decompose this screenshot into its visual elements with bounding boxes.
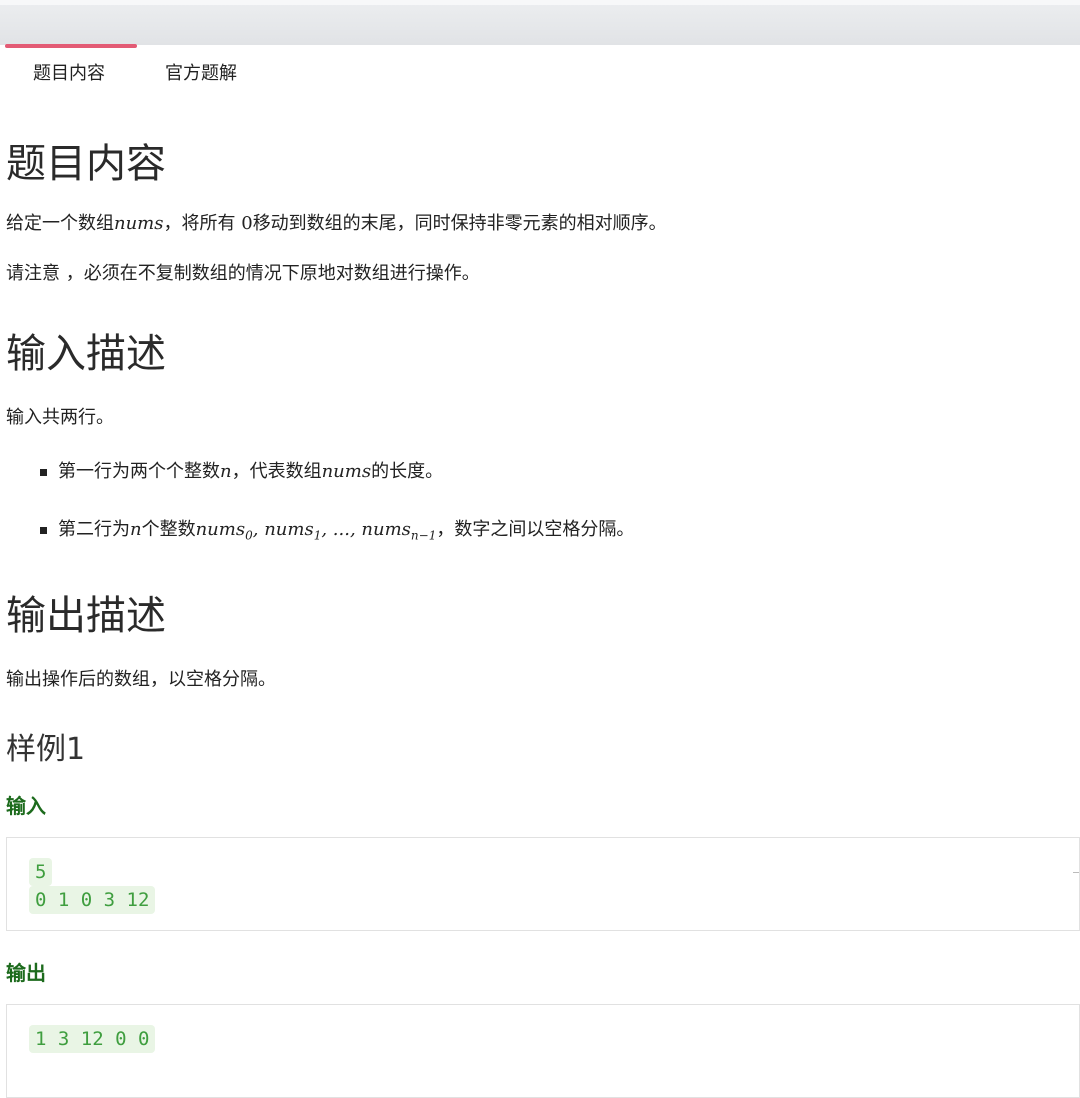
- sample-title: 样例1: [6, 731, 86, 767]
- item2-text-a: 第二行为: [58, 519, 130, 540]
- input-description-heading: 输入描述: [6, 331, 166, 377]
- input-line-2: 0 1 0 3 12: [29, 885, 156, 914]
- input-line-1: 5: [29, 857, 53, 886]
- active-tab-indicator: [5, 44, 137, 48]
- math-nums-0: nums: [195, 519, 246, 540]
- output-description-text: 输出操作后的数组，以空格分隔。: [6, 668, 276, 690]
- input-description-list: 第一行为两个个整数n，代表数组nums的长度。 第二行为n个整数nums0, n…: [6, 458, 1076, 550]
- math-ellipsis: ...: [332, 519, 350, 540]
- math-sequence: nums0, nums1, ..., numsn−1: [195, 519, 437, 543]
- list-item: 第一行为两个个整数n，代表数组nums的长度。: [6, 458, 1076, 486]
- statement-text-3: 移动到数组的末尾，同时保持非零元素的相对顺序。: [252, 213, 667, 234]
- subscript-n-minus-1: n−1: [410, 528, 437, 543]
- item1-text-b: ，代表数组: [231, 461, 322, 482]
- item1-text-c: 的长度。: [371, 461, 444, 482]
- problem-statement: 给定一个数组nums，将所有 0移动到数组的末尾，同时保持非零元素的相对顺序。: [6, 210, 1076, 238]
- item2-text-b: 个整数: [141, 519, 196, 540]
- statement-text-2: ，将所有: [163, 213, 242, 234]
- problem-heading: 题目内容: [6, 141, 166, 187]
- tab-bar: 题目内容 官方题解: [0, 60, 1080, 90]
- top-bar: [0, 0, 1080, 45]
- sample-input-box: 5 0 1 0 3 12: [6, 836, 1080, 931]
- tab-official-solution[interactable]: 官方题解: [165, 60, 237, 88]
- sample-input-label: 输入: [6, 793, 46, 818]
- top-bar-highlight: [0, 0, 1080, 5]
- item2-text-c: ，数字之间以空格分隔。: [436, 519, 635, 540]
- input-intro: 输入共两行。: [6, 407, 114, 428]
- sample-input-code: 5 0 1 0 3 12: [29, 857, 156, 914]
- problem-content: 题目内容 给定一个数组nums，将所有 0移动到数组的末尾，同时保持非零元素的相…: [6, 140, 1080, 1098]
- output-description-heading: 输出描述: [6, 592, 166, 639]
- output-line-1: 1 3 12 0 0: [29, 1024, 156, 1053]
- math-n: n: [220, 461, 232, 482]
- math-nums-1: nums: [264, 519, 314, 540]
- sample-output-code: 1 3 12 0 0: [29, 1024, 156, 1053]
- tab-problem-content[interactable]: 题目内容: [33, 60, 105, 88]
- statement-text-1: 给定一个数组: [6, 213, 114, 234]
- sample-output-label: 输出: [6, 960, 46, 985]
- item1-text-a: 第一行为两个个整数: [58, 461, 220, 482]
- subscript-0: 0: [245, 528, 253, 543]
- math-nums: nums: [321, 461, 372, 482]
- scroll-indicator: [1073, 871, 1079, 873]
- math-zero: 0: [241, 213, 253, 234]
- sample-output-box: 1 3 12 0 0: [6, 1003, 1080, 1098]
- list-item: 第二行为n个整数nums0, nums1, ..., numsn−1，数字之间以…: [6, 516, 1076, 550]
- math-nums-n: nums: [361, 519, 411, 540]
- math-n: n: [130, 519, 142, 540]
- problem-note: 请注意 ，必须在不复制数组的情况下原地对数组进行操作。: [6, 263, 480, 284]
- math-nums: nums: [114, 213, 164, 234]
